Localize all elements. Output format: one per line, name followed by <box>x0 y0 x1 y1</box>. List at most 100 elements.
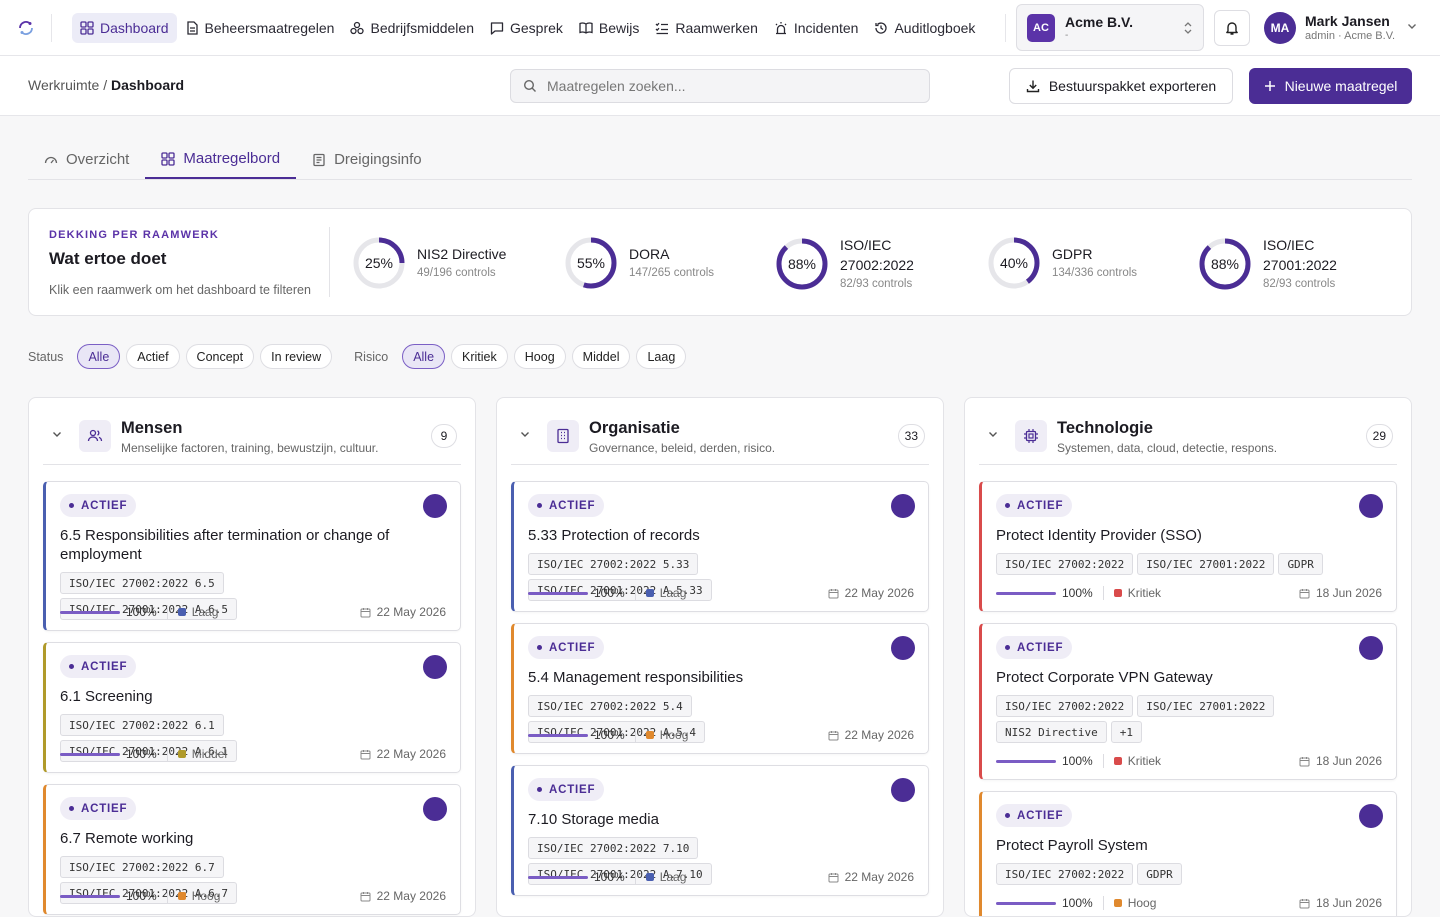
user-info[interactable]: Mark Jansen admin · Acme B.V. <box>1305 13 1395 43</box>
chevron-down-icon[interactable] <box>1406 20 1418 32</box>
owner-avatar[interactable] <box>891 494 915 518</box>
framework-controls: 82/93 controls <box>840 278 913 290</box>
control-card[interactable]: ACTIEF 7.10 Storage media ISO/IEC 27002:20… <box>511 765 929 896</box>
status-badge: ACTIEF <box>528 494 605 517</box>
control-meta: 100% Hoog 22 May 2026 <box>528 726 914 744</box>
status-filter-chip[interactable]: Actief <box>126 344 180 369</box>
organization-switcher[interactable]: AC Acme B.V. - <box>1016 4 1204 51</box>
nav-item-raamwerken[interactable]: Raamwerken <box>647 13 765 43</box>
control-title: 6.7 Remote working <box>60 830 194 847</box>
new-control-button[interactable]: Nieuwe maatregel <box>1249 68 1412 104</box>
owner-avatar[interactable] <box>1359 636 1383 660</box>
owner-avatar[interactable] <box>1359 494 1383 518</box>
coverage-ring: 40% <box>988 237 1040 289</box>
user-role: admin · Acme B.V. <box>1305 30 1396 42</box>
owner-avatar[interactable] <box>891 778 915 802</box>
framework-controls: 134/336 controls <box>1052 267 1138 279</box>
framework-coverage-item[interactable]: 25% NIS2 Directive 49/196 controls <box>351 235 527 291</box>
nav-item-incidenten[interactable]: Incidenten <box>766 13 867 43</box>
nav-item-gesprek[interactable]: Gesprek <box>482 13 571 43</box>
control-card[interactable]: ACTIEF 6.1 Screening ISO/IEC 27002:2022 6.… <box>43 642 461 773</box>
nav-item-bewijs[interactable]: Bewijs <box>571 13 647 43</box>
breadcrumb-root[interactable]: Werkruimte <box>28 77 99 93</box>
framework-coverage-item[interactable]: 88% ISO/IEC 27002:2022 82/93 controls <box>774 235 920 293</box>
control-card[interactable]: ACTIEF Protect Payroll System ISO/IEC 2700… <box>979 791 1397 916</box>
risk-filter-chip[interactable]: Alle <box>402 344 446 369</box>
calendar-icon <box>828 872 839 882</box>
assets-icon <box>350 21 365 34</box>
framework-tag: ISO/IEC 27001:2022 <box>1137 553 1275 575</box>
framework-tags: ISO/IEC 27002:2022 ISO/IEC 27001:2022 GDPR <box>996 553 1326 575</box>
framework-name: ISO/IEC 27002:2022 <box>840 237 914 273</box>
chevron-down-icon[interactable] <box>519 428 531 440</box>
main-nav: Dashboard Beheersmaatregelen Bedrijfsmid… <box>72 12 1016 43</box>
risk-filter-chip[interactable]: Kritiek <box>451 344 508 369</box>
nav-item-dashboard[interactable]: Dashboard <box>72 12 177 43</box>
notifications-button[interactable] <box>1214 10 1250 46</box>
progress-bar <box>996 591 1056 595</box>
progress-bar <box>996 901 1056 905</box>
framework-tags: ISO/IEC 27002:2022 GDPR <box>996 863 1326 885</box>
chat-icon <box>490 21 504 35</box>
owner-avatar[interactable] <box>423 494 447 518</box>
calendar-icon <box>828 588 839 598</box>
column-count: 9 <box>431 424 457 448</box>
control-card[interactable]: ACTIEF 6.7 Remote working ISO/IEC 27002:20… <box>43 784 461 915</box>
owner-avatar[interactable] <box>1359 804 1383 828</box>
control-card[interactable]: ACTIEF Protect Identity Provider (SSO) ISO… <box>979 481 1397 612</box>
risk-filter-chip[interactable]: Laag <box>636 344 687 369</box>
board-column-mensen: Mensen Menselijke factoren, training, bew… <box>28 397 476 917</box>
status-badge: ACTIEF <box>528 778 605 801</box>
plus-icon <box>1264 81 1275 91</box>
framework-tag: ISO/IEC 27001:2022 <box>1137 695 1275 717</box>
control-meta: 100% Kritiek 18 Jun 2026 <box>996 584 1382 602</box>
owner-avatar[interactable] <box>891 636 915 660</box>
framework-coverage-item[interactable]: 88% ISO/IEC 27001:2022 82/93 controls <box>1197 235 1343 293</box>
risk-filter-chip[interactable]: Hoog <box>513 344 566 369</box>
framework-coverage-item[interactable]: 55% DORA 147/265 controls <box>563 235 739 291</box>
framework-tag: ISO/IEC 27002:2022 <box>996 863 1134 885</box>
tab-dreigingsinfo[interactable]: Dreigingsinfo <box>296 140 438 179</box>
control-card[interactable]: ACTIEF 5.33 Protection of records ISO/IEC … <box>511 481 929 612</box>
due-date: 18 Jun 2026 <box>1299 754 1382 768</box>
search-input[interactable] <box>547 78 907 94</box>
progress-value: 100% <box>126 605 157 619</box>
control-card[interactable]: ACTIEF Protect Corporate VPN Gateway ISO/I… <box>979 623 1397 780</box>
control-card[interactable]: ACTIEF 5.4 Management responsibilities ISO… <box>511 623 929 754</box>
risk-label: Kritiek <box>1127 754 1162 768</box>
due-date: 22 May 2026 <box>360 889 446 903</box>
column-title: Mensen <box>121 419 183 437</box>
document-icon <box>186 20 198 35</box>
framework-tags: ISO/IEC 27002:2022 ISO/IEC 27001:2022 NIS2… <box>996 695 1326 743</box>
tab-maatregelbord[interactable]: Maatregelbord <box>145 140 297 179</box>
risk-label: Laag <box>191 605 219 619</box>
owner-avatar[interactable] <box>423 797 447 821</box>
user-avatar[interactable]: MA <box>1264 12 1296 44</box>
status-filter-chip[interactable]: Alle <box>77 344 121 369</box>
calendar-icon <box>360 607 371 617</box>
framework-tag: ISO/IEC 27002:2022 5.4 <box>528 695 692 717</box>
download-icon <box>1026 80 1040 93</box>
risk-indicator <box>1113 589 1122 597</box>
nav-item-bedrijfsmiddelen[interactable]: Bedrijfsmiddelen <box>342 13 482 43</box>
chevron-down-icon[interactable] <box>51 428 63 440</box>
progress-value: 100% <box>594 728 625 742</box>
tab-overzicht[interactable]: Overzicht <box>28 140 145 179</box>
app-logo-icon[interactable] <box>0 13 52 42</box>
owner-avatar[interactable] <box>423 655 447 679</box>
nav-item-beheersmaatregelen[interactable]: Beheersmaatregelen <box>177 13 343 43</box>
risk-filter-chip[interactable]: Middel <box>571 344 631 369</box>
due-date: 22 May 2026 <box>828 586 914 600</box>
status-badge: ACTIEF <box>60 494 137 517</box>
framework-tag: ISO/IEC 27002:2022 <box>996 695 1134 717</box>
calendar-icon <box>1299 756 1310 766</box>
export-board-pack-button[interactable]: Bestuurspakket exporteren <box>1009 68 1233 104</box>
nav-item-auditlogboek[interactable]: Auditlogboek <box>866 13 983 43</box>
status-filter-chip[interactable]: Concept <box>185 344 255 369</box>
framework-coverage-item[interactable]: 40% GDPR 134/336 controls <box>986 235 1162 291</box>
control-title: 6.1 Screening <box>60 688 153 705</box>
control-card[interactable]: ACTIEF 6.5 Responsibilities after termina… <box>43 481 461 631</box>
status-filter-chip[interactable]: In review <box>260 344 333 369</box>
search-box[interactable] <box>510 69 930 103</box>
chevron-down-icon[interactable] <box>987 428 999 440</box>
